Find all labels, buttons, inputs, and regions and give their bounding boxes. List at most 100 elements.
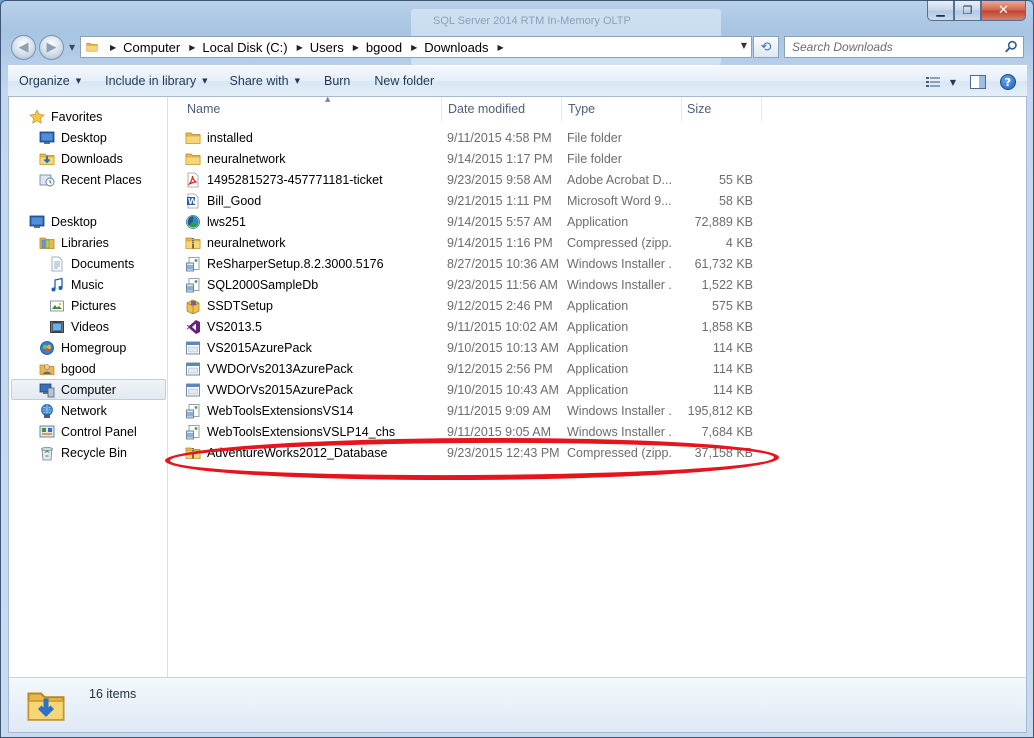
refresh-button[interactable]: ⟲ (753, 36, 779, 58)
nav-documents[interactable]: Documents (49, 253, 134, 274)
change-view-button[interactable]: ▼ (921, 70, 961, 94)
help-icon: ? (1000, 74, 1016, 90)
breadcrumb-computer[interactable]: Computer (123, 40, 180, 55)
file-date-modified: 9/14/2015 5:57 AM (447, 215, 552, 229)
search-icon[interactable] (1004, 40, 1018, 54)
music-icon (49, 277, 65, 293)
recycle-bin-icon (39, 445, 55, 461)
file-type: Application (567, 320, 629, 334)
nav-user-bgood[interactable]: bgood (39, 358, 96, 379)
address-bar[interactable]: ▶ Computer ▶ Local Disk (C:) ▶ Users ▶ bgoo… (80, 36, 752, 58)
preview-pane-button[interactable] (965, 70, 991, 94)
forward-arrow-icon: ▶ (46, 40, 57, 55)
nav-desktop-label: Desktop (51, 214, 97, 229)
view-controls: ▼ ? (917, 70, 1021, 94)
maximize-button[interactable]: ❐ (954, 1, 981, 21)
nav-control-panel-label: Control Panel (61, 424, 137, 439)
column-divider[interactable] (761, 97, 762, 121)
breadcrumb-chevron-icon[interactable]: ▶ (297, 43, 303, 52)
column-divider[interactable] (441, 97, 442, 121)
nav-network[interactable]: Network (39, 400, 107, 421)
file-row[interactable]: VS2015AzurePack 9/10/2015 10:13 AM Applica… (181, 338, 781, 359)
forward-button[interactable]: ▶ (39, 35, 64, 60)
column-header-type[interactable]: Type (568, 97, 681, 121)
nav-recent-places[interactable]: Recent Places (39, 169, 142, 190)
nav-videos[interactable]: Videos (49, 316, 109, 337)
breadcrumb-chevron-icon[interactable]: ▶ (411, 43, 417, 52)
file-row[interactable]: WebToolsExtensionsVS14 9/11/2015 9:09 AM W… (181, 401, 781, 422)
file-row[interactable]: VWDOrVs2015AzurePack 9/10/2015 10:43 AM Ap… (181, 380, 781, 401)
include-in-library-menu[interactable]: Include in library ▼ (96, 69, 216, 93)
file-date-modified: 9/12/2015 2:56 PM (447, 362, 553, 376)
new-folder-label: New folder (374, 74, 435, 88)
explorer-panes: Favorites Desktop Downloads Recent Place… (8, 95, 1027, 677)
file-date-modified: 9/11/2015 10:02 AM (447, 320, 558, 334)
back-button[interactable]: ◀ (11, 35, 36, 60)
app-file-icon (185, 382, 201, 398)
file-row[interactable]: neuralnetwork 9/14/2015 1:17 PM File folde… (181, 149, 781, 170)
address-history-dropdown[interactable]: ▼ (741, 41, 747, 50)
file-size: 1,858 KB (701, 320, 753, 334)
file-row[interactable]: neuralnetwork 9/14/2015 1:16 PM Compressed… (181, 233, 781, 254)
breadcrumb-chevron-icon[interactable]: ▶ (498, 43, 504, 52)
column-divider[interactable] (561, 97, 562, 121)
nav-downloads[interactable]: Downloads (39, 148, 123, 169)
breadcrumb-local-disk[interactable]: Local Disk (C:) (202, 40, 287, 55)
file-row[interactable]: lws251 9/14/2015 5:57 AM Application 72,889… (181, 212, 781, 233)
nav-recycle-bin[interactable]: Recycle Bin (39, 442, 127, 463)
nav-control-panel[interactable]: Control Panel (39, 421, 137, 442)
file-row[interactable]: VWDOrVs2013AzurePack 9/12/2015 2:56 PM App… (181, 359, 781, 380)
nav-pictures[interactable]: Pictures (49, 295, 116, 316)
zip-file-icon (185, 235, 201, 251)
chevron-down-icon: ▼ (294, 77, 300, 85)
organize-menu[interactable]: Organize ▼ (10, 69, 90, 93)
column-header-date[interactable]: Date modified (448, 97, 561, 121)
column-divider[interactable] (681, 97, 682, 121)
file-row[interactable]: Bill_Good 9/21/2015 1:11 PM Microsoft Word… (181, 191, 781, 212)
breadcrumb-downloads[interactable]: Downloads (424, 40, 488, 55)
share-with-menu[interactable]: Share with ▼ (221, 69, 309, 93)
app-file-icon (185, 340, 201, 356)
nav-favorites[interactable]: Favorites (29, 106, 102, 127)
nav-music[interactable]: Music (49, 274, 104, 295)
file-size: 575 KB (711, 299, 753, 313)
nav-desktop[interactable]: Desktop (29, 211, 97, 232)
file-row[interactable]: ReSharperSetup.8.2.3000.5176 8/27/2015 10… (181, 254, 781, 275)
nav-homegroup[interactable]: Homegroup (39, 337, 126, 358)
navigation-pane: Favorites Desktop Downloads Recent Place… (9, 97, 168, 677)
breadcrumb-users[interactable]: Users (310, 40, 344, 55)
recent-pages-dropdown[interactable]: ▼ (69, 43, 75, 52)
file-date-modified: 9/10/2015 10:43 AM (447, 383, 559, 397)
file-type: Windows Installer ... (567, 257, 673, 271)
column-header-size[interactable]: Size (687, 97, 761, 121)
file-row[interactable]: SSDTSetup 9/12/2015 2:46 PM Application 575… (181, 296, 781, 317)
chevron-down-icon[interactable]: ▼ (950, 78, 956, 87)
file-row[interactable]: installed 9/11/2015 4:58 PM File folder (181, 128, 781, 149)
file-row[interactable]: VS2013.5 9/11/2015 10:02 AM Application 1,8… (181, 317, 781, 338)
nav-pictures-label: Pictures (71, 298, 117, 313)
nav-computer[interactable]: Computer (11, 379, 166, 400)
nav-favorites-desktop[interactable]: Desktop (39, 127, 107, 148)
file-size: 114 KB (712, 362, 753, 376)
breadcrumb-chevron-icon[interactable]: ▶ (110, 43, 116, 52)
breadcrumb-chevron-icon[interactable]: ▶ (353, 43, 359, 52)
breadcrumb-bgood[interactable]: bgood (366, 40, 402, 55)
search-input[interactable] (792, 40, 992, 54)
downloads-folder-icon (26, 685, 66, 727)
burn-button[interactable]: Burn (315, 69, 359, 93)
pictures-icon (49, 298, 65, 314)
file-row[interactable]: 14952815273-457771181-ticket 9/23/2015 9:… (181, 170, 781, 191)
breadcrumb-chevron-icon[interactable]: ▶ (189, 43, 195, 52)
close-button[interactable]: ✕ (981, 1, 1026, 21)
file-name: VS2015AzurePack (207, 341, 312, 355)
file-date-modified: 9/11/2015 4:58 PM (447, 131, 552, 145)
search-box[interactable] (784, 36, 1024, 58)
nav-libraries[interactable]: Libraries (39, 232, 109, 253)
minimize-button[interactable]: ▁ (927, 1, 954, 21)
file-size: 195,812 KB (687, 404, 753, 418)
new-folder-button[interactable]: New folder (365, 69, 443, 93)
file-row[interactable]: SQL2000SampleDb 9/23/2015 11:56 AM Windows… (181, 275, 781, 296)
help-button[interactable]: ? (995, 70, 1021, 94)
column-header-size-label: Size (687, 102, 712, 116)
column-header-name[interactable]: Name ▲ (187, 95, 442, 121)
